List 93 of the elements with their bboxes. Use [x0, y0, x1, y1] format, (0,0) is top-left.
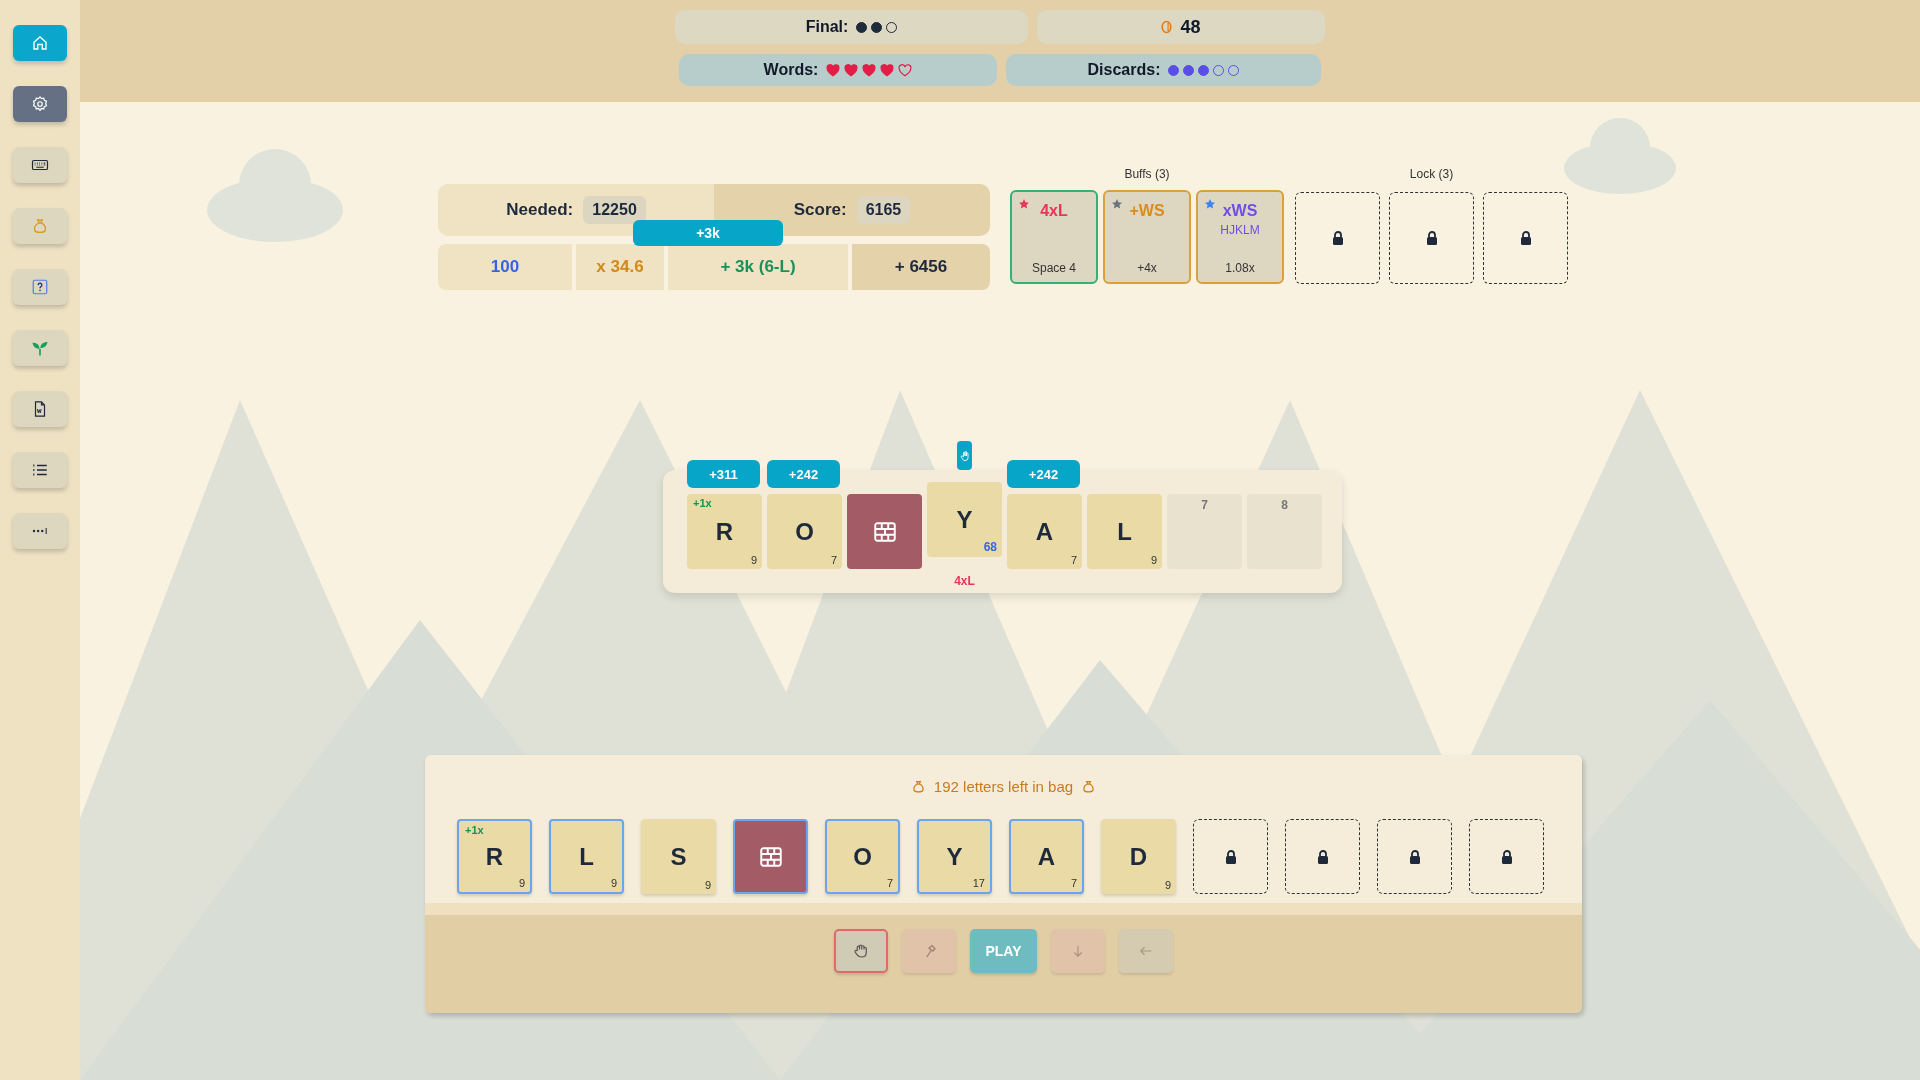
letter-tile[interactable]: O 7 — [825, 819, 900, 894]
tile-points: 9 — [1150, 554, 1157, 566]
tile-points: 68 — [983, 540, 997, 554]
score-breakdown-cell: 100 — [438, 244, 572, 290]
buff-card[interactable]: +WS +4x — [1103, 190, 1191, 284]
tile-letter: Y — [956, 505, 973, 534]
sidebar-button[interactable] — [13, 391, 67, 427]
coin-icon — [1161, 20, 1173, 34]
lock-title: Lock (3) — [1409, 167, 1454, 182]
final-label: Final: — [805, 18, 849, 36]
bag-icon — [1081, 778, 1097, 794]
buff-name: xWS — [1222, 202, 1258, 220]
points-popup: +242 — [767, 460, 840, 488]
tile-letter: Y — [946, 842, 963, 871]
letter-tile[interactable]: D 9 — [1101, 819, 1176, 894]
lock-icon — [1224, 849, 1237, 864]
brick-tile[interactable] — [733, 819, 808, 894]
tile-letter: R — [715, 517, 734, 546]
tile-points: 7 — [830, 554, 837, 566]
lock-icon — [1331, 231, 1344, 245]
slot-number: 8 — [1281, 498, 1288, 512]
sprout-icon — [31, 339, 49, 357]
points-popup: +242 — [1007, 460, 1080, 488]
tile-points: 9 — [610, 877, 617, 889]
tile-points: 7 — [1070, 877, 1077, 889]
sidebar-button[interactable] — [13, 452, 67, 488]
letter-tile[interactable]: S 9 — [641, 819, 716, 894]
buff-name: 4xL — [1040, 202, 1068, 220]
buff-card[interactable]: 4xL Space 4 — [1010, 190, 1098, 284]
slot-number: 7 — [1201, 498, 1208, 512]
hand-icon — [959, 449, 970, 462]
tile-letter: R — [485, 842, 504, 871]
tile-bonus: +1x — [693, 497, 712, 509]
tile-letter: L — [579, 842, 594, 871]
discards-label: Discards: — [1087, 61, 1161, 79]
tile-letter: A — [1035, 517, 1054, 546]
tile-letter: O — [795, 517, 814, 546]
tile-tag: 4xL — [927, 574, 1002, 588]
score-breakdown-cell: x 34.6 — [576, 244, 664, 290]
bag-icon — [910, 778, 926, 794]
tile-bonus: +1x — [465, 824, 484, 836]
lock-icon — [1425, 231, 1438, 245]
help-icon — [31, 278, 49, 296]
lock-icon — [1500, 849, 1513, 864]
brick-tile[interactable] — [847, 494, 922, 569]
bag-count-text: 192 letters left in bag — [933, 777, 1074, 795]
score-popup: +3k — [633, 220, 783, 246]
words-label: Words: — [763, 61, 819, 79]
lock-icon — [1408, 849, 1421, 864]
tile-letter: O — [853, 842, 872, 871]
lock-icon — [1519, 231, 1532, 245]
buff-value: Space 4 — [1031, 261, 1076, 275]
letter-tile[interactable]: Y 17 — [917, 819, 992, 894]
buffs-title: Buffs (3) — [1124, 167, 1170, 182]
hand-button[interactable] — [834, 929, 888, 973]
score-breakdown-cell: + 6456 — [852, 244, 990, 290]
score-label: Score: — [793, 200, 847, 220]
hand-icon — [852, 942, 870, 960]
tile-letter: A — [1037, 842, 1056, 871]
tile-letter: L — [1117, 517, 1132, 546]
letter-tile[interactable]: A 7 — [1009, 819, 1084, 894]
needed-label: Needed: — [506, 200, 574, 220]
buff-letters: HJKLM — [1220, 223, 1260, 237]
score-breakdown-cell: + 3k (6-L) — [668, 244, 848, 290]
letter-tile[interactable]: A 7 — [1007, 494, 1082, 569]
tile-points: 17 — [972, 877, 985, 889]
tile-points: 9 — [750, 554, 757, 566]
tile-points: 9 — [704, 879, 711, 891]
buff-card[interactable]: xWS HJKLM 1.08x — [1196, 190, 1284, 284]
settings-icon — [31, 95, 49, 113]
score-value: 6165 — [856, 196, 911, 224]
letter-tile[interactable]: L 9 — [549, 819, 624, 894]
tile-letter: D — [1129, 842, 1148, 871]
buff-value: +4x — [1137, 261, 1157, 275]
letter-tile[interactable]: +1x R 9 — [687, 494, 762, 569]
tile-points: 7 — [886, 877, 893, 889]
letter-tile[interactable]: Y 68 — [927, 482, 1002, 557]
buff-value: 1.08x — [1225, 261, 1255, 275]
sidebar-button[interactable] — [13, 147, 67, 183]
letter-tile[interactable]: +1x R 9 — [457, 819, 532, 894]
lock-icon — [1316, 849, 1329, 864]
home-icon — [31, 34, 49, 52]
tile-points: 9 — [518, 877, 525, 889]
buff-name: +WS — [1129, 202, 1165, 220]
needed-value: 12250 — [583, 196, 646, 224]
tile-letter: S — [670, 842, 687, 871]
bag-icon — [31, 217, 49, 235]
coin-count: 48 — [1180, 16, 1201, 38]
tile-points: 7 — [1070, 554, 1077, 566]
tile-points: 9 — [1164, 879, 1171, 891]
letter-tile[interactable]: L 9 — [1087, 494, 1162, 569]
points-popup: +311 — [687, 460, 760, 488]
letter-tile[interactable]: O 7 — [767, 494, 842, 569]
